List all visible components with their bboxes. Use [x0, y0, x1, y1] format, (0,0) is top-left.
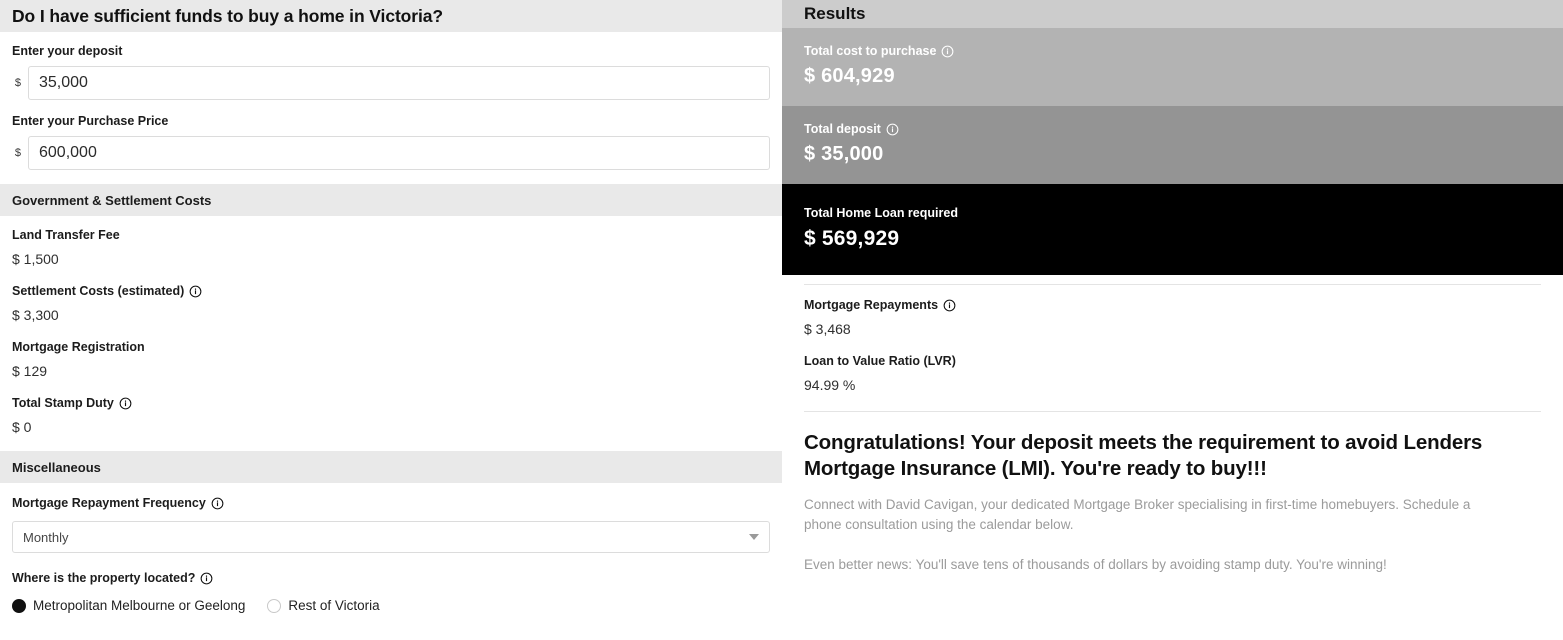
info-icon[interactable]: [943, 299, 956, 312]
info-icon[interactable]: [189, 285, 202, 298]
result-row-label-text: Loan to Value Ratio (LVR): [804, 354, 956, 368]
result-band-label-text: Total cost to purchase: [804, 44, 937, 58]
result-row-lvr: Loan to Value Ratio (LVR) 94.99 %: [782, 337, 1563, 393]
purchase-price-label: Enter your Purchase Price: [12, 114, 169, 128]
congratulations-paragraph-2: Even better news: You'll save tens of th…: [804, 556, 1387, 572]
result-band-total-cost: Total cost to purchase $ 604,929: [782, 28, 1563, 106]
result-row-mortgage-repayments: Mortgage Repayments $ 3,468: [782, 285, 1563, 337]
result-band-label: Total Home Loan required: [804, 206, 1541, 220]
cost-item-label-text: Settlement Costs (estimated): [12, 284, 185, 298]
result-band-label-text: Total Home Loan required: [804, 206, 958, 220]
government-costs-section-header: Government & Settlement Costs: [0, 184, 782, 216]
cost-item-value: $ 0: [12, 419, 32, 435]
location-label: Where is the property located?: [12, 571, 770, 585]
result-band-value: $ 35,000: [804, 143, 884, 165]
location-label-text: Where is the property located?: [12, 571, 196, 585]
result-band-label: Total cost to purchase: [804, 44, 1541, 58]
repayment-frequency-select[interactable]: Monthly: [12, 521, 770, 553]
result-band-home-loan: Total Home Loan required $ 569,929: [782, 184, 1563, 275]
purchase-price-field-block: Enter your Purchase Price $: [0, 100, 782, 170]
info-icon[interactable]: [119, 397, 132, 410]
result-row-label: Mortgage Repayments: [804, 298, 1541, 312]
deposit-input-row: $: [12, 66, 770, 100]
cost-item-label: Total Stamp Duty: [12, 396, 770, 410]
radio-option-rest-of-victoria[interactable]: Rest of Victoria: [267, 598, 380, 613]
radio-option-label: Rest of Victoria: [288, 598, 380, 613]
result-row-label: Loan to Value Ratio (LVR): [804, 354, 1541, 368]
cost-item-label-text: Land Transfer Fee: [12, 228, 120, 242]
calculator-input-panel: Do I have sufficient funds to buy a home…: [0, 0, 782, 640]
congratulations-paragraph-1: Connect with David Cavigan, your dedicat…: [804, 497, 1471, 532]
frequency-label: Mortgage Repayment Frequency: [12, 496, 770, 510]
radio-unselected-icon: [267, 598, 282, 613]
info-icon[interactable]: [211, 497, 224, 510]
cost-item-value: $ 129: [12, 363, 48, 379]
chevron-down-icon: [749, 534, 759, 540]
result-row-value: 94.99 %: [804, 377, 856, 393]
location-field-block: Where is the property located?: [0, 553, 782, 585]
cost-item-value: $ 1,500: [12, 251, 59, 267]
section-heading: Miscellaneous: [12, 459, 101, 475]
government-costs-list: Land Transfer Fee $ 1,500 Settlement Cos…: [0, 216, 782, 435]
result-band-label: Total deposit: [804, 122, 1541, 136]
repayment-frequency-select-value: Monthly: [12, 521, 770, 553]
result-band-total-deposit: Total deposit $ 35,000: [782, 106, 1563, 184]
cost-item-value: $ 3,300: [12, 307, 59, 323]
cost-item: Settlement Costs (estimated) $ 3,300: [0, 267, 782, 323]
cost-item: Land Transfer Fee $ 1,500: [0, 216, 782, 267]
result-row-label-text: Mortgage Repayments: [804, 298, 939, 312]
panel-title-bar: Do I have sufficient funds to buy a home…: [0, 0, 782, 32]
result-band-value: $ 569,929: [804, 227, 900, 250]
mortgage-calculator-app: Do I have sufficient funds to buy a home…: [0, 0, 1563, 640]
purchase-price-input[interactable]: [28, 136, 770, 170]
result-row-value: $ 3,468: [804, 321, 851, 337]
cost-item: Total Stamp Duty $ 0: [0, 379, 782, 435]
radio-selected-icon: [12, 598, 26, 613]
results-title: Results: [804, 4, 866, 23]
cost-item-label-text: Mortgage Registration: [12, 340, 145, 354]
results-header-bar: Results: [782, 0, 1563, 28]
cost-item: Mortgage Registration $ 129: [0, 323, 782, 379]
cost-item-label: Mortgage Registration: [12, 340, 770, 354]
location-radio-group: Metropolitan Melbourne or Geelong Rest o…: [0, 598, 782, 613]
frequency-label-text: Mortgage Repayment Frequency: [12, 496, 206, 510]
result-band-value: $ 604,929: [804, 65, 895, 87]
page-title: Do I have sufficient funds to buy a home…: [12, 5, 443, 26]
frequency-field-block: Mortgage Repayment Frequency: [0, 483, 782, 510]
congratulations-heading: Congratulations! Your deposit meets the …: [804, 431, 1483, 481]
radio-option-label: Metropolitan Melbourne or Geelong: [33, 598, 246, 613]
currency-symbol-icon: $: [14, 77, 21, 89]
deposit-input[interactable]: [28, 66, 770, 100]
purchase-price-input-row: $: [12, 136, 770, 170]
section-heading: Government & Settlement Costs: [12, 192, 212, 208]
radio-option-metropolitan[interactable]: Metropolitan Melbourne or Geelong: [12, 598, 245, 613]
info-icon[interactable]: [200, 572, 213, 585]
cost-item-label: Settlement Costs (estimated): [12, 284, 770, 298]
currency-symbol-icon: $: [14, 147, 21, 159]
result-band-label-text: Total deposit: [804, 122, 881, 136]
deposit-field-block: Enter your deposit $: [0, 32, 782, 100]
cost-item-label: Land Transfer Fee: [12, 228, 770, 242]
results-panel: Results Total cost to purchase $ 604,929…: [782, 0, 1563, 640]
deposit-label: Enter your deposit: [12, 44, 123, 58]
info-icon[interactable]: [941, 45, 954, 58]
info-icon[interactable]: [886, 123, 899, 136]
miscellaneous-section-header: Miscellaneous: [0, 451, 782, 483]
cost-item-label-text: Total Stamp Duty: [12, 396, 114, 410]
